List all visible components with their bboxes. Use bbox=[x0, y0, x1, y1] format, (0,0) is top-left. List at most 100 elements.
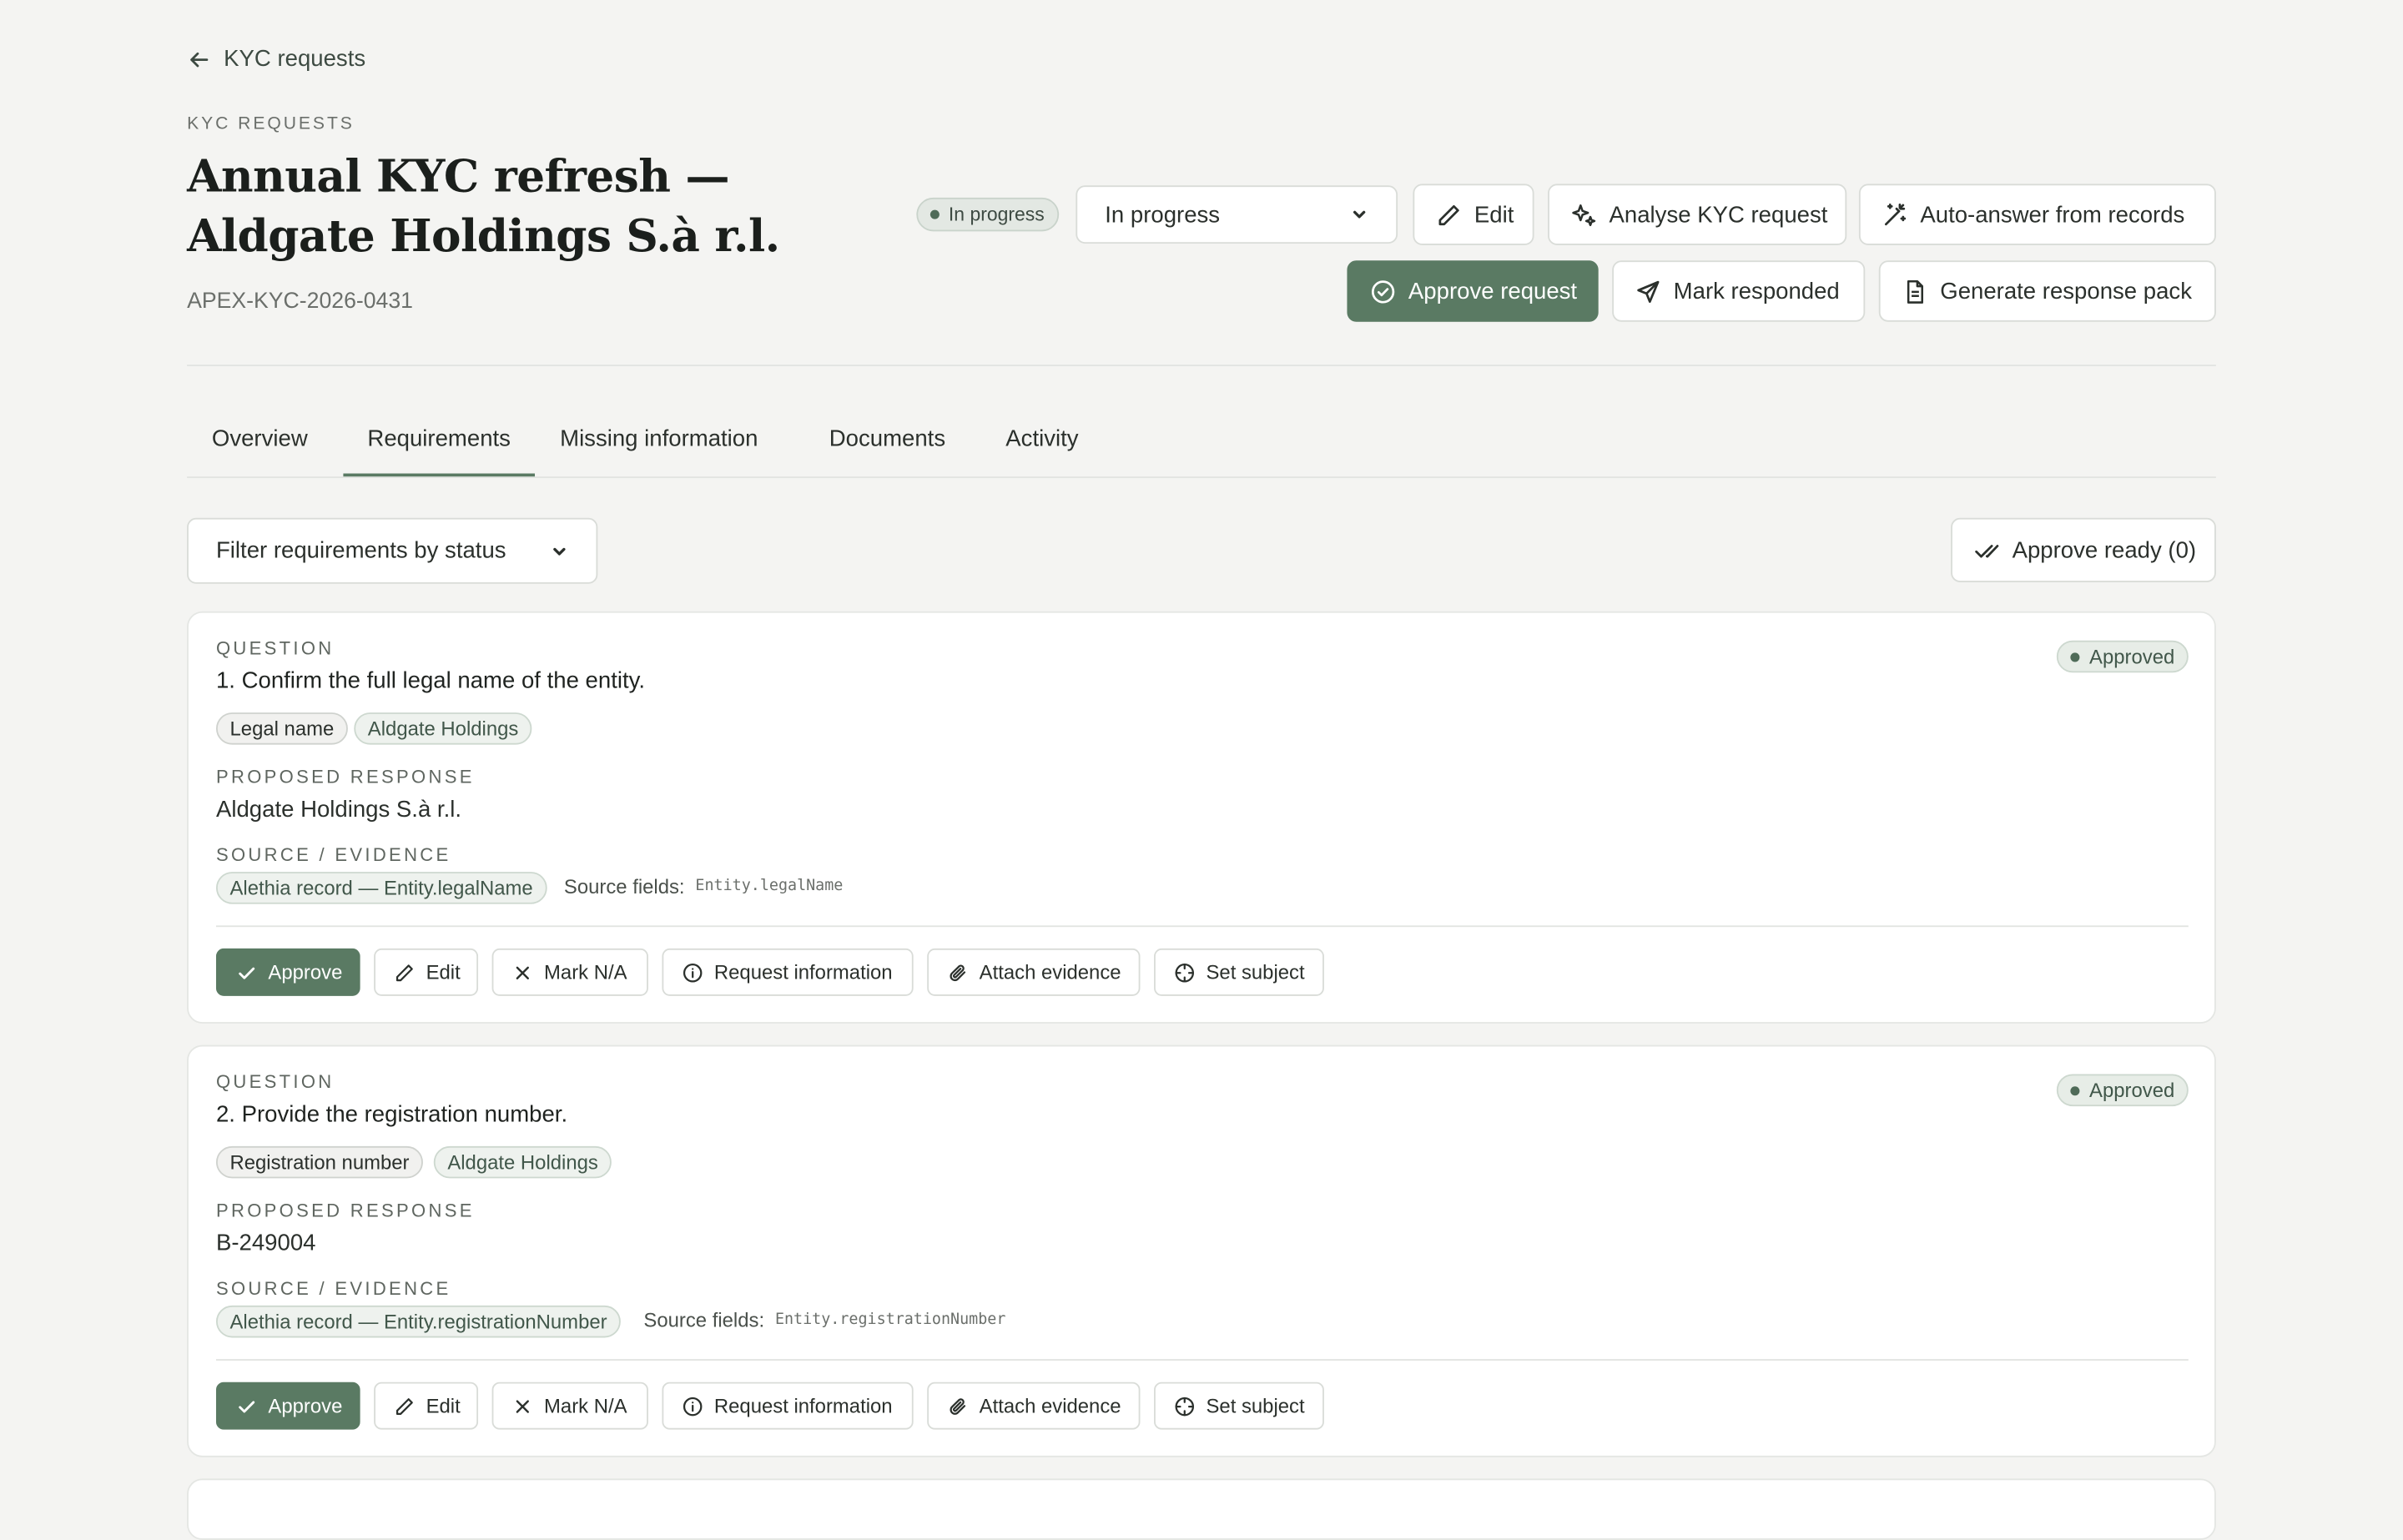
attach-evidence-label: Attach evidence bbox=[979, 960, 1121, 984]
pencil-icon bbox=[395, 1397, 413, 1415]
status-badge: In progress bbox=[916, 197, 1059, 232]
generate-response-pack-button[interactable]: Generate response pack bbox=[1878, 260, 2216, 322]
requirement-card bbox=[187, 1478, 2216, 1540]
edit-request-label: Edit bbox=[1474, 201, 1514, 228]
check-icon bbox=[239, 966, 255, 979]
proposed-response-value: B-249004 bbox=[215, 1230, 316, 1257]
set-subject-button[interactable]: Set subject bbox=[1154, 1381, 1324, 1430]
question-label: QUESTION bbox=[215, 637, 335, 659]
source-fields-label: Source fields: bbox=[563, 874, 685, 898]
page-eyebrow: KYC REQUESTS bbox=[187, 114, 355, 133]
generate-response-pack-label: Generate response pack bbox=[1940, 278, 2192, 304]
mark-na-button[interactable]: Mark N/A bbox=[491, 1381, 648, 1430]
paperclip-icon bbox=[950, 964, 966, 981]
analyse-kyc-button[interactable]: Analyse KYC request bbox=[1548, 184, 1847, 245]
request-information-button[interactable]: Request information bbox=[662, 948, 914, 996]
set-subject-label: Set subject bbox=[1206, 1394, 1305, 1417]
approve-button[interactable]: Approve bbox=[215, 948, 360, 996]
request-information-label: Request information bbox=[713, 960, 893, 984]
status-dot bbox=[2071, 652, 2081, 662]
paperclip-icon bbox=[950, 1397, 966, 1414]
pencil-icon bbox=[395, 964, 413, 981]
attach-evidence-button[interactable]: Attach evidence bbox=[927, 1381, 1141, 1430]
double-check-icon bbox=[1975, 544, 1999, 557]
edit-request-button[interactable]: Edit bbox=[1413, 184, 1534, 245]
tab-documents[interactable]: Documents bbox=[806, 414, 969, 475]
tab-documents-label: Documents bbox=[829, 425, 946, 452]
source-chip: Alethia record — Entity.legalName bbox=[215, 872, 547, 904]
question-label: QUESTION bbox=[215, 1070, 335, 1093]
pencil-icon bbox=[1438, 204, 1459, 225]
set-subject-button[interactable]: Set subject bbox=[1154, 948, 1324, 996]
info-icon bbox=[683, 963, 703, 982]
filter-status-value: Filter requirements by status bbox=[215, 537, 506, 564]
close-icon bbox=[516, 1399, 529, 1412]
status-badge-label: Approved bbox=[2089, 1079, 2175, 1102]
entity-chip: Aldgate Holdings bbox=[433, 1145, 612, 1179]
info-icon bbox=[683, 1396, 703, 1416]
request-information-button[interactable]: Request information bbox=[662, 1381, 914, 1430]
filter-status-select[interactable]: Filter requirements by status bbox=[187, 517, 598, 584]
approve-ready-button[interactable]: Approve ready (0) bbox=[1951, 517, 2216, 582]
source-fields-value: Entity.legalName bbox=[695, 878, 844, 895]
close-icon bbox=[516, 965, 529, 979]
attach-evidence-button[interactable]: Attach evidence bbox=[927, 948, 1141, 996]
source-fields-value: Entity.registrationNumber bbox=[774, 1311, 1006, 1329]
proposed-response-value: Aldgate Holdings S.à r.l. bbox=[215, 797, 462, 823]
tab-missing-information-label: Missing information bbox=[560, 425, 758, 452]
card-divider bbox=[215, 925, 2189, 928]
proposed-response-label: PROPOSED RESPONSE bbox=[215, 766, 475, 788]
approve-request-button[interactable]: Approve request bbox=[1347, 260, 1599, 322]
source-fields: Source fields: Entity.registrationNumber bbox=[643, 1309, 1005, 1332]
send-icon bbox=[1637, 279, 1660, 303]
tab-overview-label: Overview bbox=[211, 425, 308, 452]
source-fields-label: Source fields: bbox=[643, 1308, 765, 1332]
source-chip: Alethia record — Entity.registrationNumb… bbox=[215, 1305, 622, 1338]
tag-chip: Registration number bbox=[215, 1145, 424, 1179]
crosshair-icon bbox=[1175, 963, 1195, 982]
tab-bar: Overview Requirements Missing informatio… bbox=[187, 414, 2216, 479]
status-badge: Approved bbox=[2057, 640, 2189, 673]
card-divider bbox=[215, 1359, 2189, 1361]
question-text: 2. Provide the registration number. bbox=[215, 1101, 568, 1128]
arrow-left-icon bbox=[190, 51, 209, 67]
status-select[interactable]: In progress bbox=[1076, 185, 1398, 244]
status-dot bbox=[2071, 1085, 2081, 1095]
status-badge-label: In progress bbox=[948, 204, 1045, 225]
mark-na-button[interactable]: Mark N/A bbox=[491, 948, 648, 996]
source-fields: Source fields: Entity.legalName bbox=[564, 875, 843, 898]
edit-button[interactable]: Edit bbox=[374, 1381, 479, 1430]
request-information-label: Request information bbox=[713, 1394, 893, 1417]
requirement-card: QUESTION 2. Provide the registration num… bbox=[187, 1044, 2216, 1457]
edit-button[interactable]: Edit bbox=[374, 948, 479, 996]
tab-activity[interactable]: Activity bbox=[980, 414, 1103, 475]
check-icon bbox=[239, 1400, 255, 1412]
status-badge: Approved bbox=[2057, 1074, 2189, 1107]
attach-evidence-label: Attach evidence bbox=[979, 1394, 1121, 1417]
mark-responded-button[interactable]: Mark responded bbox=[1612, 260, 1866, 322]
approve-request-label: Approve request bbox=[1408, 278, 1578, 304]
tab-overview[interactable]: Overview bbox=[187, 414, 332, 475]
auto-answer-button[interactable]: Auto-answer from records bbox=[1858, 184, 2216, 245]
status-badge-label: Approved bbox=[2089, 645, 2175, 668]
chevron-down-icon bbox=[1353, 210, 1366, 219]
back-link[interactable]: KYC requests bbox=[187, 46, 365, 72]
requirement-card: QUESTION 1. Confirm the full legal name … bbox=[187, 611, 2216, 1024]
approve-ready-label: Approve ready (0) bbox=[2012, 536, 2197, 563]
source-evidence-label: SOURCE / EVIDENCE bbox=[215, 844, 451, 866]
tab-missing-information[interactable]: Missing information bbox=[546, 414, 773, 475]
mark-na-label: Mark N/A bbox=[544, 1394, 627, 1417]
magic-wand-icon bbox=[1884, 203, 1907, 225]
chevron-down-icon bbox=[553, 546, 566, 555]
tab-activity-label: Activity bbox=[1005, 425, 1079, 452]
check-circle-icon bbox=[1371, 279, 1395, 303]
analyse-kyc-label: Analyse KYC request bbox=[1609, 201, 1828, 228]
header-divider bbox=[187, 365, 2216, 366]
entity-chip: Aldgate Holdings bbox=[354, 712, 532, 745]
tab-requirements[interactable]: Requirements bbox=[343, 414, 536, 477]
approve-label: Approve bbox=[268, 960, 343, 984]
approve-button[interactable]: Approve bbox=[215, 1381, 360, 1430]
request-reference: APEX-KYC-2026-0431 bbox=[187, 289, 413, 315]
sparkles-icon bbox=[1572, 204, 1596, 226]
edit-label: Edit bbox=[426, 1394, 461, 1417]
